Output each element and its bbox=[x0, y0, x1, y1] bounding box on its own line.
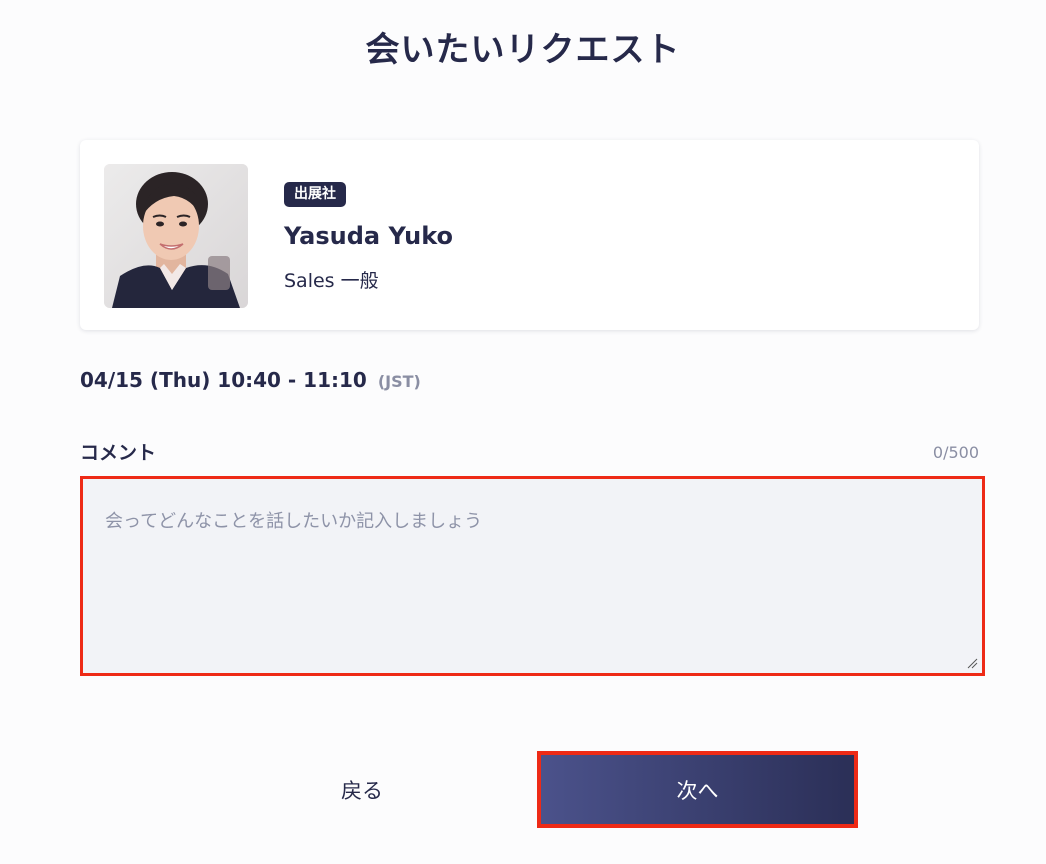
avatar-photo bbox=[104, 164, 248, 308]
meeting-timezone: (JST) bbox=[377, 372, 421, 391]
comment-textarea[interactable] bbox=[83, 479, 982, 673]
back-button[interactable]: 戻る bbox=[300, 757, 424, 823]
person-role: Sales 一般 bbox=[284, 270, 379, 292]
profile-card: 出展社 Yasuda Yuko Sales 一般 bbox=[80, 140, 979, 330]
comment-char-counter: 0/500 bbox=[932, 443, 979, 462]
meeting-request-page: 会いたいリクエスト 出展社 Yasuda Yuko Sales 一般 04/15… bbox=[0, 0, 1046, 864]
comment-label: コメント bbox=[80, 442, 157, 464]
meeting-datetime: 04/15 (Thu) 10:40 - 11:10 (JST) bbox=[80, 368, 421, 392]
profile-avatar bbox=[104, 164, 248, 308]
exhibitor-badge: 出展社 bbox=[284, 182, 346, 207]
comment-field-container bbox=[80, 476, 985, 676]
next-button[interactable]: 次へ bbox=[537, 751, 858, 828]
page-title: 会いたいリクエスト bbox=[365, 30, 681, 70]
resize-handle-icon[interactable] bbox=[966, 657, 978, 669]
person-name: Yasuda Yuko bbox=[284, 222, 453, 250]
meeting-time: 04/15 (Thu) 10:40 - 11:10 bbox=[80, 368, 367, 392]
